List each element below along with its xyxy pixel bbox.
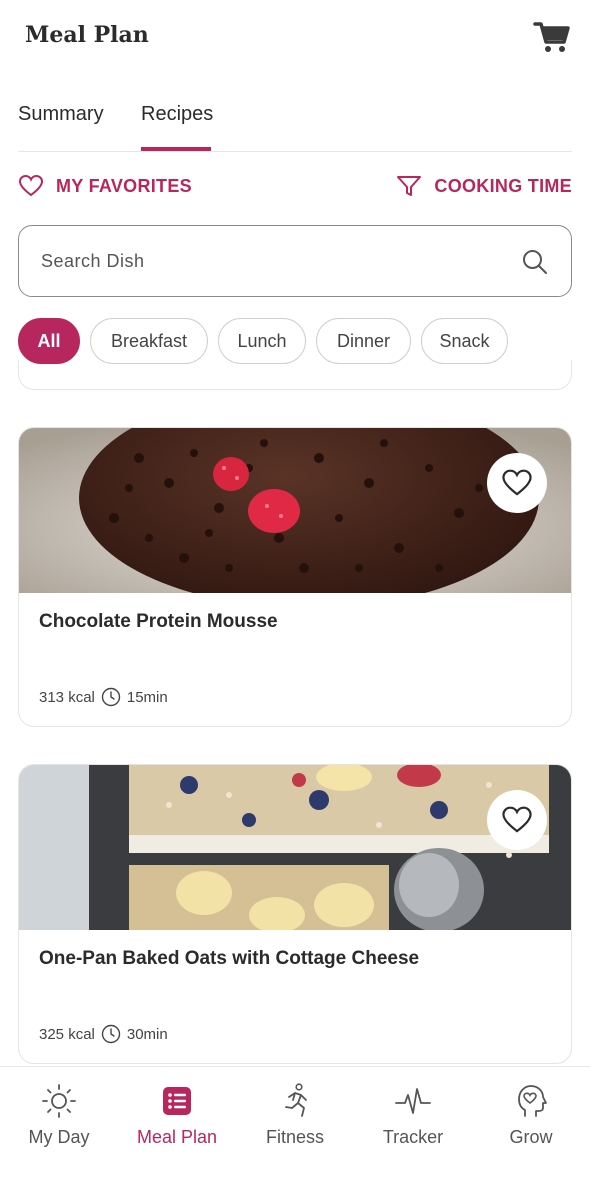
clock-icon [101, 687, 121, 707]
cooking-time-button[interactable]: COOKING TIME [396, 174, 572, 198]
filter-bar: MY FAVORITES COOKING TIME [18, 174, 572, 206]
heart-icon [502, 469, 532, 496]
sun-icon [42, 1084, 76, 1118]
nav-label: Meal Plan [136, 1127, 218, 1147]
cooking-time-label: COOKING TIME [434, 175, 572, 196]
recipe-meta: 313 kcal 15min [39, 687, 168, 707]
nav-item-fitness[interactable]: Fitness [236, 1083, 354, 1148]
search-icon[interactable] [521, 248, 549, 276]
heart-icon [18, 174, 44, 197]
favorite-button[interactable] [487, 790, 547, 850]
chip-lunch[interactable]: Lunch [218, 318, 306, 364]
pulse-icon [395, 1088, 431, 1114]
clock-icon [101, 1024, 121, 1044]
chip-dinner[interactable]: Dinner [316, 318, 411, 364]
recipe-calories: 325 kcal [39, 1025, 95, 1043]
recipe-image-chocolate-mousse [19, 428, 571, 593]
nav-item-my-day[interactable]: My Day [0, 1083, 118, 1148]
head-heart-icon [518, 1085, 547, 1117]
tab-recipes[interactable]: Recipes [141, 103, 213, 126]
nav-item-grow[interactable]: Grow [472, 1083, 590, 1148]
bottom-nav: My Day Meal Plan Fitness Tracker Grow [0, 1066, 590, 1203]
chip-breakfast[interactable]: Breakfast [90, 318, 208, 364]
my-favorites-label: MY FAVORITES [56, 175, 192, 196]
recipe-image-baked-oats [19, 765, 571, 930]
nav-label: Grow [509, 1127, 553, 1147]
page-title: Meal Plan [25, 22, 149, 48]
tab-bar: Summary Recipes [18, 96, 572, 152]
my-favorites-button[interactable]: MY FAVORITES [18, 174, 192, 198]
chip-all[interactable]: All [18, 318, 80, 364]
recipe-card[interactable]: One-Pan Baked Oats with Cottage Cheese 3… [18, 764, 572, 1064]
nav-label: Fitness [265, 1127, 325, 1147]
recipe-time: 30min [126, 1025, 168, 1043]
recipe-title: Chocolate Protein Mousse [39, 611, 278, 632]
chip-snack[interactable]: Snack [421, 318, 508, 364]
app-header: Meal Plan [0, 0, 590, 80]
recipe-meta: 325 kcal 30min [39, 1024, 168, 1044]
recipe-card-partial[interactable] [18, 360, 572, 390]
nav-label: My Day [28, 1127, 90, 1147]
nav-label: Tracker [382, 1127, 444, 1147]
category-chips: All Breakfast Lunch Dinner Snack [18, 318, 518, 364]
nav-item-meal-plan[interactable]: Meal Plan [118, 1083, 236, 1148]
search-input[interactable] [41, 246, 511, 276]
favorite-button[interactable] [487, 453, 547, 513]
nav-item-tracker[interactable]: Tracker [354, 1083, 472, 1148]
filter-funnel-icon [397, 176, 422, 196]
running-icon [285, 1083, 307, 1117]
recipe-calories: 313 kcal [39, 688, 95, 706]
search-box [18, 225, 572, 297]
recipe-time: 15min [126, 688, 168, 706]
heart-icon [502, 806, 532, 833]
recipe-title: One-Pan Baked Oats with Cottage Cheese [39, 948, 420, 969]
tab-summary[interactable]: Summary [18, 103, 104, 126]
recipe-card[interactable]: Chocolate Protein Mousse 313 kcal 15min [18, 427, 572, 727]
menu-list-icon [163, 1087, 191, 1115]
active-tab-indicator [141, 147, 211, 151]
cart-icon[interactable] [532, 18, 572, 56]
